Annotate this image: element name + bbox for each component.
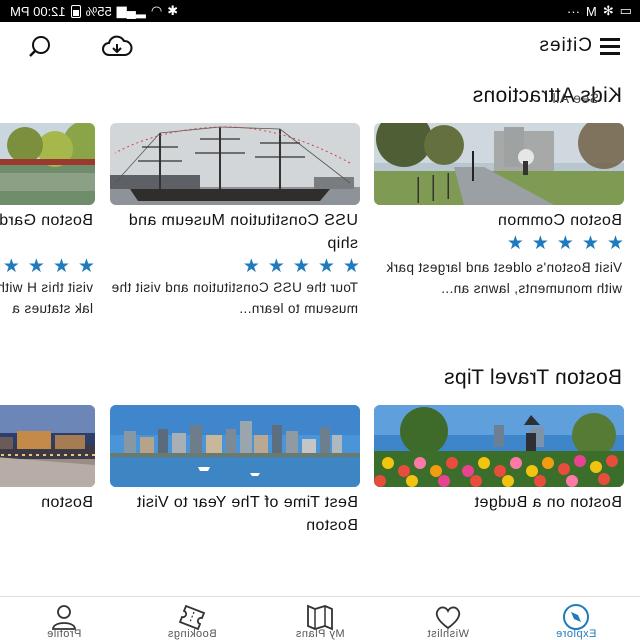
see-all-link[interactable]: See All [552, 90, 599, 106]
battery-percent: 55% [85, 3, 112, 19]
star-icon: ★ [2, 256, 20, 277]
nav-label: Bookings [167, 628, 217, 640]
nav-item-profile[interactable]: Profile [0, 597, 128, 640]
star-icon: ★ [242, 256, 260, 277]
app-header: Cities [0, 22, 640, 72]
status-bar-notifications: ▭ ✻ M ··· [567, 3, 632, 19]
nav-label: My Plans [295, 628, 345, 640]
fan-icon: ✻ [602, 3, 614, 18]
nav-label: Wishlist [427, 628, 469, 640]
card-image [110, 405, 360, 487]
status-bar: ▭ ✻ M ··· ✱ ◠ ▂▄▆ 55% 12:00 PM [0, 0, 640, 22]
star-icon: ★ [317, 256, 335, 277]
download-button[interactable] [100, 32, 134, 62]
nav-label: Explore [555, 628, 597, 640]
card-title: Boston Common [497, 212, 622, 229]
star-icon: ★ [606, 233, 624, 254]
attraction-card-boston-garden[interactable]: Boston Garden ★★★★★ visit this H with a … [0, 123, 95, 333]
card-title: Boston on a Budget [474, 494, 622, 511]
status-time: 12:00 PM [10, 3, 66, 19]
search-icon [29, 36, 50, 57]
star-icon: ★ [52, 256, 70, 277]
attraction-card-uss-constitution[interactable]: USS Constitution Museum and ship ★ ★ ★ ★ ★ T… [110, 123, 360, 333]
section-title-tips: Boston Travel Tips [443, 366, 622, 389]
star-icon: ★ [292, 256, 310, 277]
map-icon [307, 604, 333, 631]
card-title: Boston [40, 494, 93, 511]
star-icon: ★ [267, 256, 285, 277]
signal-icon: ▂▄▆ [116, 3, 146, 18]
person-icon [52, 605, 76, 630]
star-icon: ★ [506, 233, 524, 254]
notification-icon: ▭ [619, 3, 632, 18]
star-icon: ★ [342, 256, 360, 277]
star-icon: ★ [531, 233, 549, 254]
cloud-download-icon [102, 35, 133, 56]
status-bar-system: ✱ ◠ ▂▄▆ 55% 12:00 PM [10, 3, 178, 19]
menu-icon[interactable] [600, 38, 620, 56]
star-icon: ★ [77, 256, 95, 277]
card-description: Visit Boston's oldest and largest park w… [386, 260, 622, 296]
page-title: Cities [538, 35, 592, 56]
section-title-kids: Kids Attractions [472, 84, 622, 107]
card-image [374, 405, 624, 487]
card-description: visit this H with a lak statues a [0, 280, 93, 316]
star-icon: ★ [556, 233, 574, 254]
nav-label: Profile [46, 628, 82, 640]
star-rating: ★ ★ ★ ★ ★ [242, 256, 360, 277]
compass-icon [563, 604, 589, 630]
nav-item-explore[interactable]: Explore [512, 597, 640, 640]
card-image [374, 123, 624, 205]
heart-icon [435, 606, 461, 630]
bottom-navigation: Explore Wishlist My Plans Bookings Profi… [0, 596, 640, 640]
ticket-icon [178, 604, 206, 631]
card-title: USS Constitution Museum and ship [128, 212, 358, 252]
star-icon: ★ [27, 256, 45, 277]
card-title: Best Time of The Year to Visit Boston [136, 494, 358, 534]
mail-icon: M [585, 3, 597, 19]
card-image [0, 405, 95, 487]
tip-card-budget[interactable]: Boston on a Budget [374, 405, 624, 545]
search-button[interactable] [24, 32, 58, 62]
star-rating: ★★★★★ [0, 256, 95, 277]
battery-icon [70, 4, 81, 18]
card-image [0, 123, 95, 205]
attraction-card-boston-common[interactable]: Boston Common ★ ★ ★ ★ ★ Visit Boston's oldes… [374, 123, 624, 333]
more-icon: ··· [566, 3, 580, 19]
card-image [110, 123, 360, 205]
nav-item-my-plans[interactable]: My Plans [256, 597, 384, 640]
star-icon: ★ [581, 233, 599, 254]
tip-card-best-time[interactable]: Best Time of The Year to Visit Boston [110, 405, 360, 545]
nav-item-bookings[interactable]: Bookings [128, 597, 256, 640]
tip-card-boston[interactable]: Boston [0, 405, 95, 545]
card-title: Boston Garden [0, 212, 93, 229]
nav-item-wishlist[interactable]: Wishlist [384, 597, 512, 640]
wifi-icon: ◠ [150, 3, 163, 18]
card-description: Tour the USS Constitution and visit the … [111, 280, 358, 316]
bluetooth-icon: ✱ [167, 3, 179, 18]
star-rating: ★ ★ ★ ★ ★ [506, 233, 624, 254]
